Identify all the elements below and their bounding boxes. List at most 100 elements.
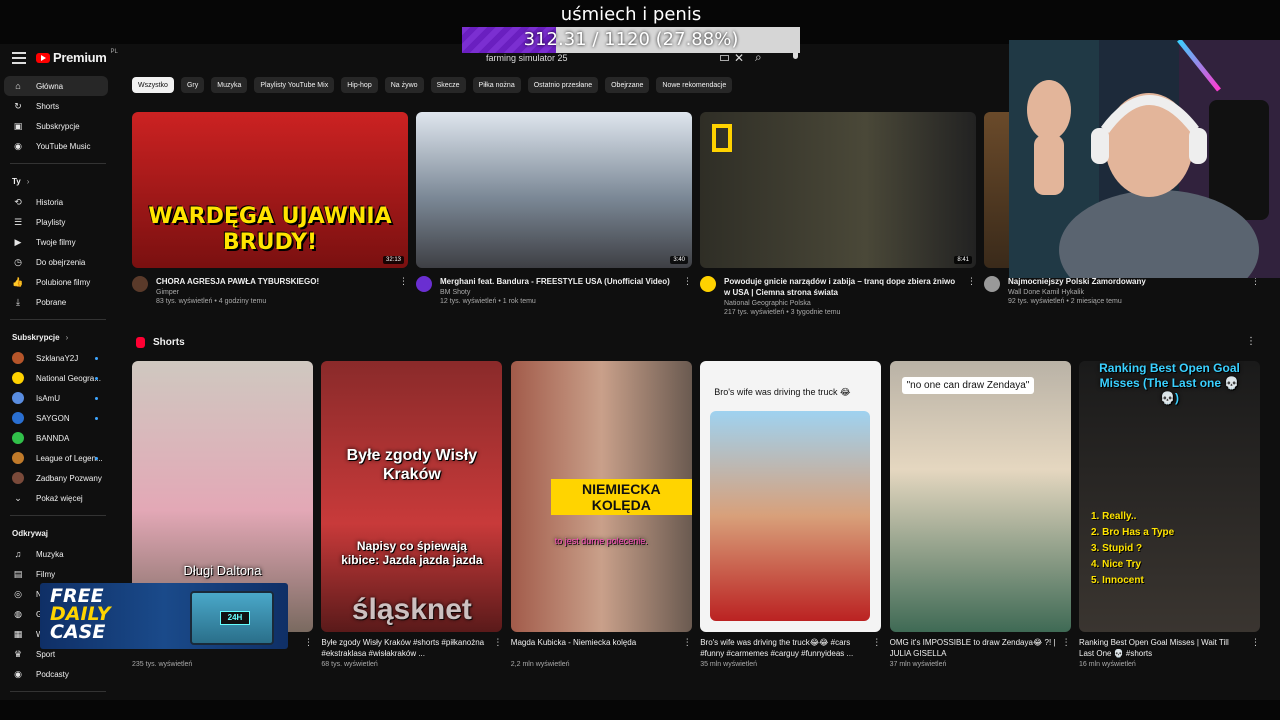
filter-chip[interactable]: Muzyka <box>211 77 248 93</box>
sidebar-icon: ◍ <box>14 608 22 619</box>
video-title[interactable]: Merghani feat. Bandura - FREESTYLE USA (… <box>440 276 692 287</box>
more-vert-icon[interactable]: ⋮ <box>1062 637 1071 648</box>
sidebar-subscription[interactable]: IsAmU <box>0 388 116 408</box>
short-card[interactable]: "no one can draw Zendaya" OMG it's IMPOSS… <box>889 361 1071 668</box>
sidebar-icon: ▶ <box>14 236 22 247</box>
filter-chip[interactable]: Ostatnio przesłane <box>527 77 599 93</box>
sidebar-icon: ⤓ <box>16 296 20 307</box>
sidebar-icon: ♫ <box>14 549 22 559</box>
sidebar-subscription[interactable]: SzklanaY2J <box>0 348 116 368</box>
filter-chip[interactable]: Na żywo <box>384 77 424 93</box>
short-thumbnail[interactable]: NIEMIECKA KOLĘDA to jest durne polecenie. <box>510 361 692 632</box>
section-you-header[interactable]: Ty › <box>0 170 116 192</box>
short-overlay-text: Ranking Best Open Goal Misses (The Last … <box>1099 361 1240 405</box>
video-thumbnail[interactable]: 3:40 <box>416 112 692 268</box>
new-content-dot <box>95 376 98 380</box>
more-vert-icon[interactable]: ⋮ <box>683 637 692 648</box>
channel-avatar[interactable] <box>700 276 716 292</box>
more-vert-icon[interactable]: ⋮ <box>872 637 881 648</box>
short-card[interactable]: Bro's wife was driving the truck 😂 Bro's … <box>700 361 882 668</box>
sidebar-subscription[interactable]: National Geogra... <box>0 368 116 388</box>
section-subscriptions-header[interactable]: Subskrypcje › <box>0 326 116 348</box>
sidebar-subscription[interactable]: SAYGON <box>0 408 116 428</box>
short-thumbnail[interactable]: Byłe zgody Wisły Kraków Napisy co śpiewaj… <box>321 361 503 632</box>
menu-icon[interactable] <box>12 52 26 64</box>
sidebar-item-label: Playlisty <box>36 217 66 227</box>
sidebar-item[interactable]: ◉ Podcasty <box>0 664 116 684</box>
more-vert-icon[interactable]: ⋮ <box>967 276 976 287</box>
short-overlay-text: Bro's wife was driving the truck 😂 <box>714 387 851 397</box>
case-box-image: 24H <box>190 591 274 645</box>
sidebar-item[interactable]: ◉ YouTube Music <box>0 136 116 156</box>
channel-avatar[interactable] <box>132 276 148 292</box>
channel-avatar[interactable] <box>416 276 432 292</box>
more-vert-icon[interactable]: ⋮ <box>683 276 692 287</box>
more-vert-icon[interactable]: ⋮ <box>399 276 408 287</box>
video-card[interactable]: 8:41 Powoduje gnicie narządów i zabija – … <box>700 112 976 316</box>
short-thumbnail[interactable]: Ranking Best Open Goal Misses (The Last … <box>1079 361 1260 632</box>
clear-icon[interactable]: ✕ <box>734 51 744 65</box>
show-more-button[interactable]: ⌄ Pokaż więcej <box>0 488 116 508</box>
video-title[interactable]: CHORA AGRESJA PAWŁA TYBURSKIEGO! <box>156 276 408 287</box>
channel-name[interactable]: Wall Done Kamil Hykalik <box>1008 289 1260 296</box>
more-vert-icon[interactable]: ⋮ <box>1251 637 1260 648</box>
short-title[interactable]: Magda Kubicka - Niemiecka kolęda <box>511 637 678 659</box>
sidebar-item[interactable]: ▣ Subskrypcje <box>0 116 116 136</box>
keyboard-icon[interactable] <box>720 55 729 61</box>
filter-chip[interactable]: Skecze <box>430 77 466 93</box>
section-title: Ty <box>12 176 21 186</box>
video-thumbnail[interactable]: WARDĘGA UJAWNIA BRUDY! 32:13 <box>132 112 408 268</box>
sidebar-item[interactable]: ↻ Shorts <box>0 96 116 116</box>
video-duration: 8:41 <box>954 256 972 264</box>
filter-chip[interactable]: Nowe rekomendacje <box>656 77 733 93</box>
sidebar-item[interactable]: ▤ Filmy <box>0 564 116 584</box>
more-vert-icon[interactable]: ⋮ <box>1246 336 1256 347</box>
divider <box>10 163 106 164</box>
short-thumbnail[interactable]: "no one can draw Zendaya" <box>889 361 1071 632</box>
sidebar-icon: ◉ <box>14 140 22 151</box>
sidebar-item[interactable]: 👍 Polubione filmy <box>0 272 116 292</box>
chevron-right-icon: › <box>26 176 30 186</box>
short-card[interactable]: Byłe zgody Wisły Kraków Napisy co śpiewaj… <box>321 361 503 668</box>
filter-chip[interactable]: Hip-hop <box>341 77 378 93</box>
video-thumbnail[interactable]: 8:41 <box>700 112 976 268</box>
short-card[interactable]: NIEMIECKA KOLĘDA to jest durne polecenie.… <box>510 361 692 668</box>
more-vert-icon[interactable]: ⋮ <box>493 637 502 648</box>
sidebar-subscription[interactable]: BANNDA <box>0 428 116 448</box>
channel-name[interactable]: Gimper <box>156 289 408 296</box>
short-thumbnail[interactable]: Bro's wife was driving the truck 😂 <box>700 361 882 632</box>
channel-name[interactable]: National Geographic Polska <box>724 300 976 307</box>
ranking-item: 3. Stupid ? <box>1091 543 1143 554</box>
sidebar-item[interactable]: ⤓ Pobrane <box>0 292 116 312</box>
sidebar-item[interactable]: ☰ Playlisty <box>0 212 116 232</box>
sidebar-item[interactable]: ⌂ Główna <box>4 76 108 96</box>
short-title[interactable]: Bro's wife was driving the truck😂😂 #cars… <box>700 637 867 659</box>
video-title[interactable]: Powoduje gnicie narządów i zabija – tran… <box>724 276 976 298</box>
video-card[interactable]: 3:40 Merghani feat. Bandura - FREESTYLE U… <box>416 112 692 305</box>
video-duration: 3:40 <box>670 256 688 264</box>
channel-name[interactable]: BM Shoty <box>440 289 692 296</box>
filter-chip[interactable]: Piłka nożna <box>472 77 521 93</box>
thumbnail-text: WARDĘGA UJAWNIA BRUDY! <box>148 204 392 255</box>
short-views: 235 tys. wyświetleń <box>132 661 193 668</box>
filter-chip[interactable]: Gry <box>180 77 205 93</box>
filter-chip[interactable]: Obejrzane <box>605 77 650 93</box>
sidebar-subscription[interactable]: Zadbany Pozwany <box>0 468 116 488</box>
sidebar-item[interactable]: ▶ Twoje filmy <box>0 232 116 252</box>
filter-chip[interactable]: Wszystko <box>132 77 174 93</box>
search-input[interactable]: farming simulator 25 <box>486 53 568 63</box>
short-title[interactable]: OMG it's IMPOSSIBLE to draw Zendaya😂 ?! … <box>890 637 1057 659</box>
channel-avatar[interactable] <box>984 276 1000 292</box>
short-card[interactable]: Ranking Best Open Goal Misses (The Last … <box>1079 361 1260 668</box>
sidebar-item-label: Historia <box>36 197 64 207</box>
short-title[interactable]: Ranking Best Open Goal Misses | Wait Til… <box>1079 637 1246 659</box>
short-title[interactable]: Byłe zgody Wisły Kraków #shorts #piłkano… <box>321 637 488 659</box>
sidebar-subscription[interactable]: League of Legen... <box>0 448 116 468</box>
sidebar-item[interactable]: ♫ Muzyka <box>0 544 116 564</box>
sidebar-item[interactable]: ◷ Do obejrzenia <box>0 252 116 272</box>
youtube-logo[interactable]: Premium PL <box>36 49 118 65</box>
video-card[interactable]: WARDĘGA UJAWNIA BRUDY! 32:13 CHORA AGRESJA… <box>132 112 408 305</box>
more-vert-icon[interactable]: ⋮ <box>304 637 313 648</box>
filter-chip[interactable]: Playlisty YouTube Mix <box>254 77 335 93</box>
sidebar-item[interactable]: ⟲ Historia <box>0 192 116 212</box>
